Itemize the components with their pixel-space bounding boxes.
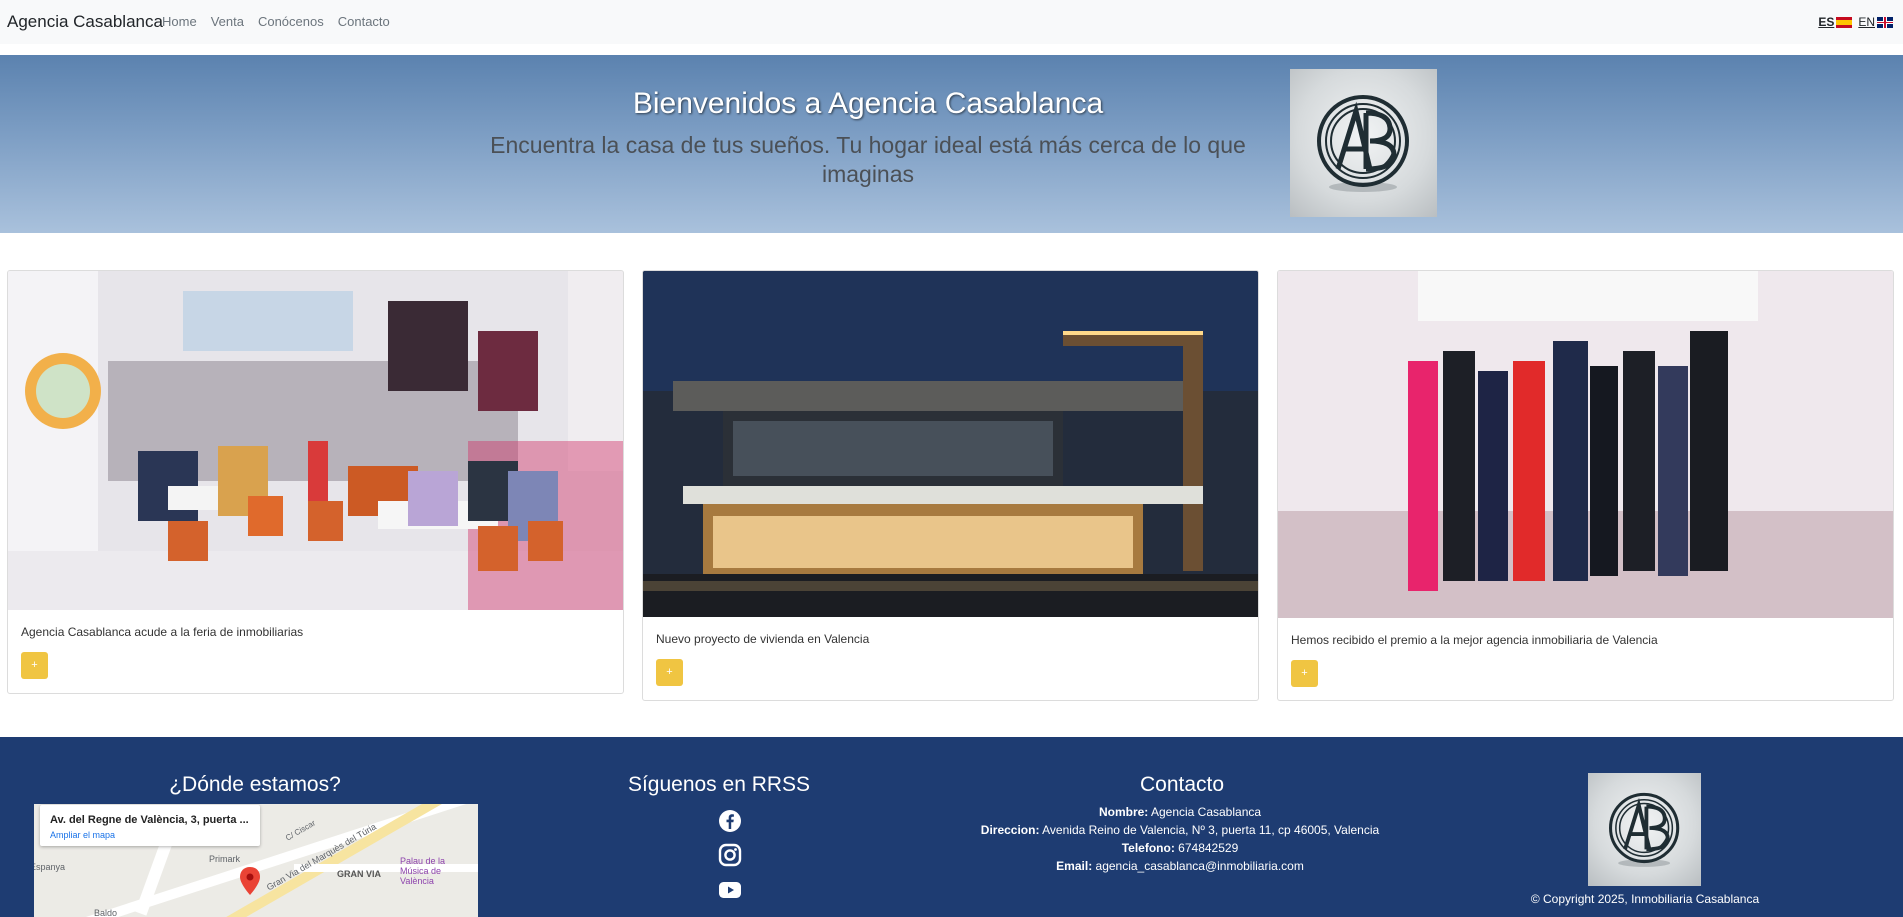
map-info-card: Av. del Regne de València, 3, puerta ...… xyxy=(40,805,260,846)
spain-flag-icon xyxy=(1836,16,1853,28)
contact-title: Contacto xyxy=(1139,773,1225,796)
map-enlarge-link[interactable]: Ampliar el mapa xyxy=(50,830,115,840)
house-photo xyxy=(643,271,1258,617)
map-label: Primark xyxy=(209,854,240,864)
fair-photo xyxy=(8,271,623,610)
contact-phone: Telefono: 674842529 xyxy=(1121,841,1239,855)
brand-link[interactable]: Agencia Casablanca xyxy=(7,12,163,32)
nav-venta[interactable]: Venta xyxy=(211,14,244,29)
navbar: Agencia Casablanca Home Venta Conócenos … xyxy=(0,0,1903,44)
card-text: Nuevo proyecto de vivienda en Valencia xyxy=(656,632,870,646)
map-label: Baldo xyxy=(94,908,118,917)
award-photo xyxy=(1278,271,1893,618)
language-switcher: ES EN xyxy=(1818,15,1893,29)
contact-email: Email: agencia_casablanca@inmobiliaria.c… xyxy=(1056,859,1304,873)
lang-es-link[interactable]: ES xyxy=(1818,15,1853,29)
contact-address: Direccion: Avenida Reino de Valencia, Nº… xyxy=(980,823,1380,837)
nav-conocenos[interactable]: Conócenos xyxy=(258,14,324,29)
agency-logo xyxy=(1290,69,1437,217)
contact-name: Nombre: Agencia Casablanca xyxy=(1098,805,1262,819)
hero-title: Bienvenidos a Agencia Casablanca xyxy=(632,87,1104,120)
youtube-icon[interactable] xyxy=(718,878,744,904)
map-label: Espanya xyxy=(34,862,66,872)
map-label: C/ Ciscar xyxy=(283,818,317,843)
news-card-project: Nuevo proyecto de vivienda en Valencia + xyxy=(642,270,1259,701)
nav-home[interactable]: Home xyxy=(162,14,197,29)
lang-es-label: ES xyxy=(1818,15,1835,29)
social-title: Síguenos en RRSS xyxy=(627,773,811,796)
map-pin-icon xyxy=(240,867,260,895)
map-label: GRAN VIA xyxy=(337,869,382,879)
card-more-button[interactable]: + xyxy=(1291,660,1318,687)
map-label: Palau de la Música de València xyxy=(400,856,446,886)
news-card-fair: Agencia Casablanca acude a la feria de i… xyxy=(7,270,624,694)
card-more-button[interactable]: + xyxy=(656,659,683,686)
copyright: © Copyright 2025, Inmobiliaria Casablanc… xyxy=(1530,892,1760,906)
nav-contacto[interactable]: Contacto xyxy=(338,14,390,29)
facebook-icon[interactable] xyxy=(718,809,744,835)
map-address: Av. del Regne de València, 3, puerta ... xyxy=(50,814,249,826)
card-text: Agencia Casablanca acude a la feria de i… xyxy=(21,625,304,639)
card-text: Hemos recibido el premio a la mejor agen… xyxy=(1291,633,1658,647)
footer-agency-logo xyxy=(1588,773,1701,886)
lang-en-label: EN xyxy=(1858,15,1875,29)
news-card-award: Hemos recibido el premio a la mejor agen… xyxy=(1277,270,1894,701)
lang-en-link[interactable]: EN xyxy=(1858,15,1893,29)
card-more-button[interactable]: + xyxy=(21,652,48,679)
hero-banner: Bienvenidos a Agencia Casablanca Encuent… xyxy=(0,55,1903,233)
nav-links: Home Venta Conócenos Contacto xyxy=(162,14,404,29)
hero-subtitle: Encuentra la casa de tus sueños. Tu hoga… xyxy=(490,132,1246,187)
footer: ¿Dónde estamos? Espanya Primark C/ Cisca… xyxy=(0,737,1903,917)
uk-flag-icon xyxy=(1877,16,1893,28)
instagram-icon[interactable] xyxy=(718,843,744,869)
where-title: ¿Dónde estamos? xyxy=(169,773,341,796)
